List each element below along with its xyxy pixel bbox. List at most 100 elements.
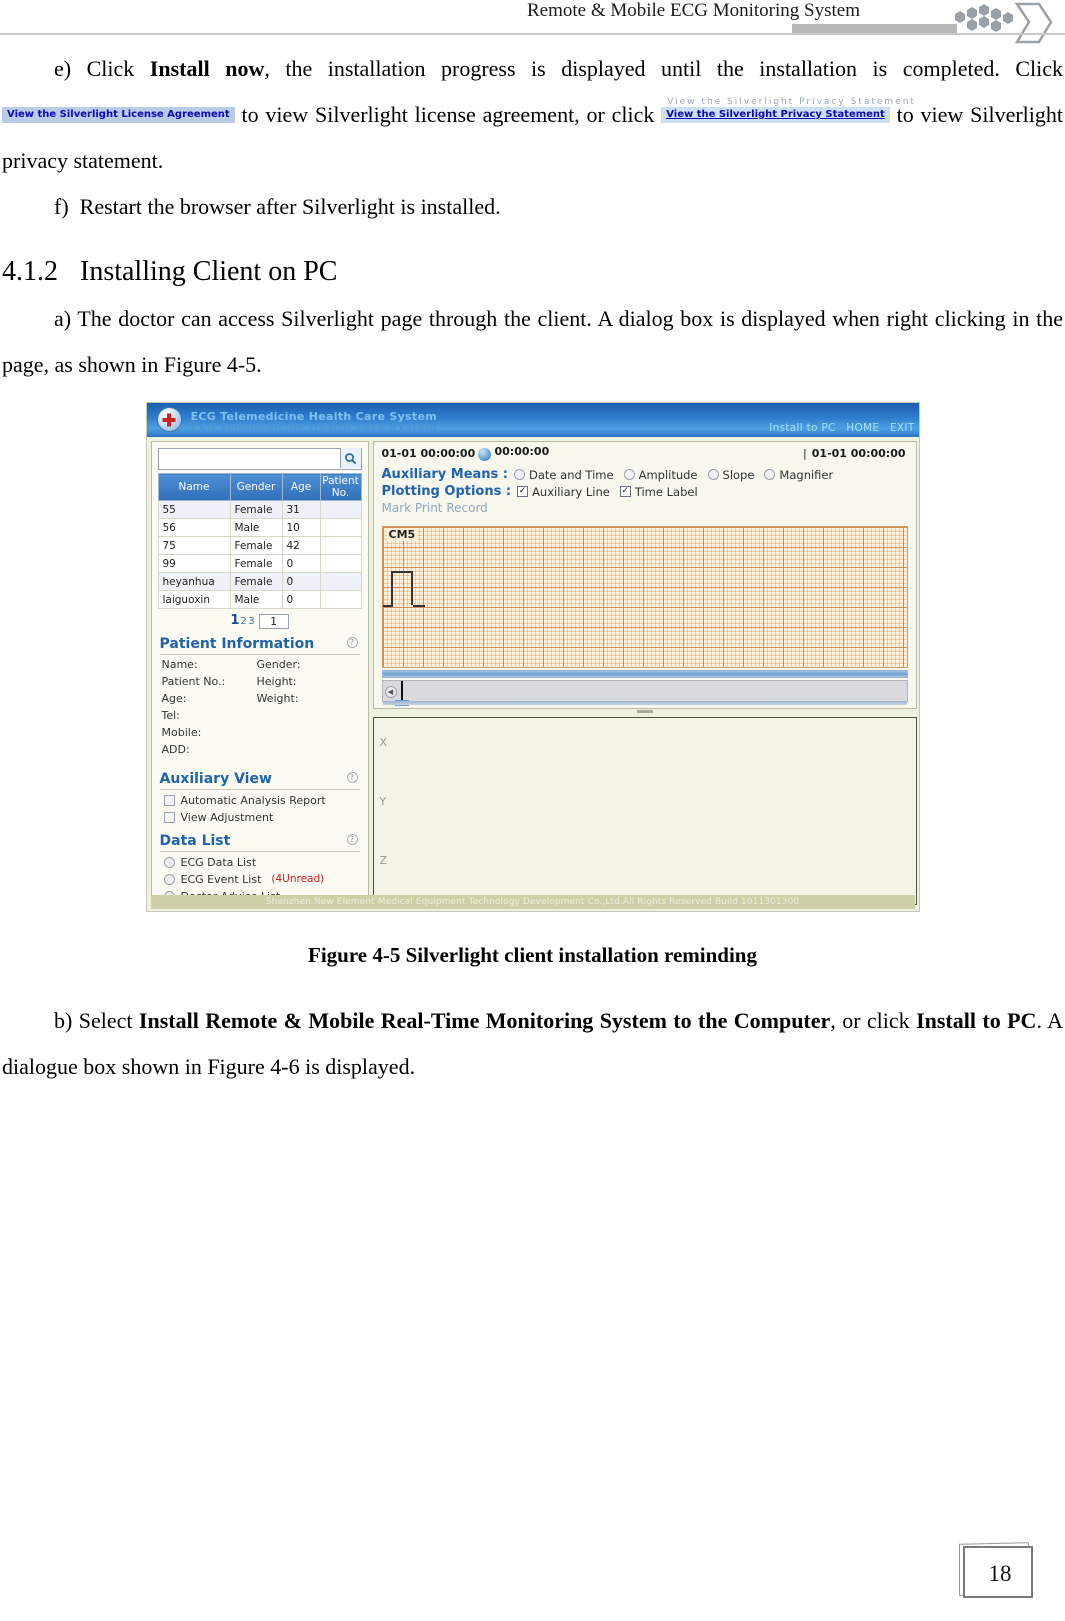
radio-ecg-data-list[interactable]: ECG Data List <box>163 855 356 869</box>
table-row[interactable]: 56 Male 10 <box>157 518 362 537</box>
search-button[interactable] <box>339 448 361 468</box>
table-row[interactable]: heyanhua Female 0 <box>157 572 362 591</box>
ecg-timeline-slider[interactable]: ◀ <box>381 680 908 706</box>
radio-icon[interactable] <box>514 469 525 480</box>
list-marker-f: f) <box>54 194 69 219</box>
axis-label-z: Z <box>379 854 388 867</box>
list-marker-e: e) <box>54 56 72 81</box>
view-privacy-statement-chip[interactable]: View the Silverlight Privacy Statement <box>661 106 890 123</box>
page-link-1[interactable]: 1 <box>230 613 239 628</box>
para-a-text: The doctor can access Silverlight page t… <box>2 306 1063 377</box>
radio-date-and-time[interactable]: Date and Time <box>514 468 614 482</box>
table-row[interactable]: 99 Female 0 <box>157 554 362 573</box>
table-row[interactable]: 75 Female 42 <box>157 536 362 555</box>
checkbox-icon[interactable] <box>163 794 175 806</box>
cell-gender: Female <box>229 554 283 573</box>
cell-patient-no <box>319 572 362 591</box>
patient-search-input[interactable] <box>157 447 362 470</box>
field-label-weight: Weight: <box>256 691 299 705</box>
radio-icon[interactable] <box>707 469 719 480</box>
cell-patient-no <box>319 554 362 573</box>
checkbox-automatic-analysis-report[interactable]: Automatic Analysis Report <box>163 793 356 807</box>
app-nav-links: Install to PC HOME EXIT <box>762 422 914 434</box>
para-b-text-1: Select <box>78 1008 133 1033</box>
checkbox-checked-icon[interactable]: ✓ <box>619 486 631 497</box>
para-e-text-2: , the installation progress is displayed… <box>264 56 1064 81</box>
help-icon[interactable]: ? <box>346 833 358 845</box>
app-title-shadow: ECG Telemedicine Health Care System <box>190 420 437 433</box>
plotting-options-row: Plotting Options : ✓ Auxiliary Line ✓ Time… <box>382 484 908 499</box>
ecg-horizontal-scrollbar[interactable] <box>381 670 908 678</box>
left-sidebar-panel: Name Gender Age Patient No. 55 Female 31 <box>150 441 369 907</box>
nav-home[interactable]: HOME <box>846 422 879 434</box>
panel-resize-handle[interactable] <box>636 710 653 713</box>
nav-exit[interactable]: EXIT <box>890 422 915 434</box>
cell-patient-no <box>319 518 362 537</box>
field-label-patient-no: Patient No.: <box>161 674 226 688</box>
col-patient-no[interactable]: Patient No. <box>319 473 362 501</box>
auxiliary-means-row: Auxiliary Means : Date and Time Amplitud… <box>382 467 908 482</box>
help-icon[interactable]: ? <box>346 771 358 783</box>
app-title-bar: ECG Telemedicine Health Care System ECG … <box>146 403 919 437</box>
radio-label: Magnifier <box>779 467 834 482</box>
figure-4-5: ECG Telemedicine Health Care System ECG … <box>2 402 1063 968</box>
ecg-lead-label: CM5 <box>386 528 418 541</box>
section-title: Installing Client on PC <box>80 256 338 287</box>
figure-caption: Figure 4-5 Silverlight client installati… <box>308 943 757 967</box>
cell-gender: Female <box>229 500 283 519</box>
radio-amplitude[interactable]: Amplitude <box>623 468 698 482</box>
paragraph-f: f) Restart the browser after Silverlight… <box>2 184 1063 230</box>
radio-icon[interactable] <box>623 469 635 480</box>
data-list-title: Data List <box>159 832 231 849</box>
slider-previous-button[interactable]: ◀ <box>384 686 397 698</box>
cell-name: 75 <box>157 536 231 555</box>
page-jump-input[interactable]: 1 <box>258 613 289 629</box>
field-label-age: Age: <box>161 691 187 705</box>
ecg-waveform-grid[interactable]: CM5 <box>381 526 908 668</box>
col-age[interactable]: Age <box>281 473 321 501</box>
radio-slope[interactable]: Slope <box>707 467 755 482</box>
radio-icon[interactable] <box>163 873 175 885</box>
slider-position-marker[interactable] <box>400 681 403 702</box>
table-row[interactable]: 55 Female 31 <box>157 500 362 519</box>
radio-icon[interactable] <box>163 856 175 868</box>
page-link-3[interactable]: 3 <box>249 616 255 627</box>
help-icon[interactable]: ? <box>346 636 358 648</box>
header-decorative-bar <box>792 24 957 33</box>
checkbox-time-label[interactable]: ✓ Time Label <box>619 485 698 499</box>
table-row[interactable]: laiguoxin Male 0 <box>157 590 362 609</box>
radio-icon[interactable] <box>764 469 776 480</box>
time-caret-icon: | <box>803 447 807 460</box>
view-license-agreement-chip[interactable]: View the Silverlight License Agreement <box>2 106 235 123</box>
col-gender[interactable]: Gender <box>229 473 283 501</box>
radio-magnifier[interactable]: Magnifier <box>764 468 833 482</box>
radio-label: ECG Data List <box>180 855 257 869</box>
axis-label-x: X <box>379 736 388 749</box>
section-number: 4.1.2 <box>2 256 58 287</box>
field-label-add: ADD: <box>161 742 190 756</box>
para-b-text-2: , or click <box>830 1008 910 1033</box>
radio-ecg-event-list[interactable]: ECG Event List (4Unread) <box>163 873 356 886</box>
checkbox-view-adjustment[interactable]: View Adjustment <box>163 811 356 824</box>
ecg-end-time-wrap: | 01-01 00:00:00 <box>803 447 905 460</box>
page-link-2[interactable]: 2 <box>240 616 246 627</box>
cell-age: 0 <box>281 590 321 609</box>
cell-name: 55 <box>157 500 231 519</box>
section-heading: 4.1.2 Installing Client on PC <box>2 256 1063 288</box>
paragraph-e: e) Click Install now, the installation p… <box>2 46 1063 184</box>
checkbox-label: Auxiliary Line <box>532 484 610 499</box>
cell-name: 99 <box>157 554 231 573</box>
col-name[interactable]: Name <box>157 473 231 501</box>
checkbox-icon[interactable] <box>163 811 175 823</box>
checkbox-label: Automatic Analysis Report <box>180 793 326 807</box>
field-label-name: Name: <box>161 657 198 671</box>
ecg-elapsed-time: 00:00:00 <box>494 445 550 458</box>
nav-install-to-pc[interactable]: Install to PC <box>769 422 835 434</box>
checkbox-auxiliary-line[interactable]: ✓ Auxiliary Line <box>517 485 610 499</box>
radio-label: Slope <box>722 467 755 482</box>
unread-badge: (4Unread) <box>271 873 325 885</box>
list-marker-b: b) <box>54 1008 73 1033</box>
mark-print-record-link[interactable]: Mark Print Record <box>382 501 908 515</box>
checkbox-checked-icon[interactable]: ✓ <box>517 486 529 497</box>
page-header: Remote & Mobile ECG Monitoring System <box>0 0 1065 46</box>
